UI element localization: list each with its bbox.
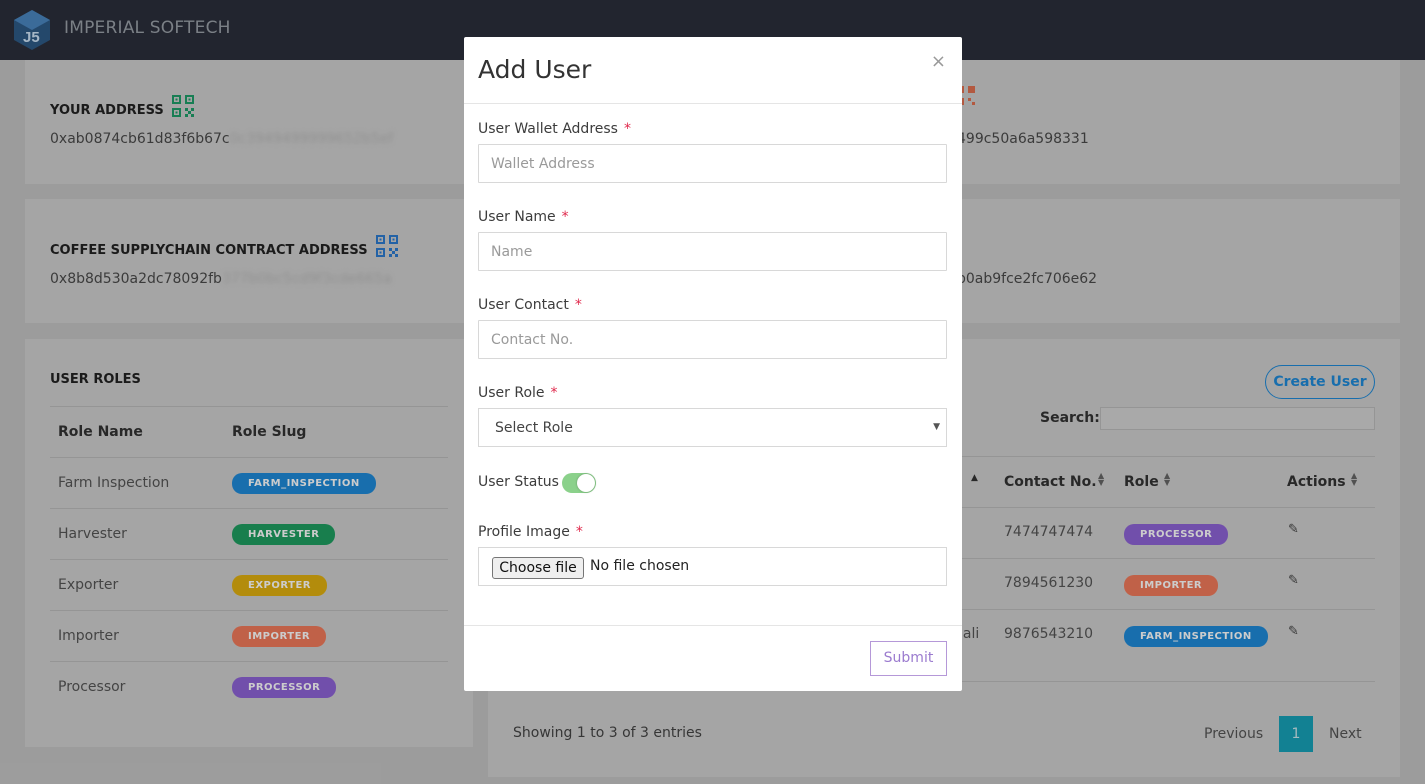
submit-button[interactable]: Submit: [870, 641, 947, 676]
add-user-modal: Add User × User Wallet Address* User Nam…: [464, 37, 962, 691]
user-role-label: User Role *: [478, 385, 558, 401]
user-status-toggle[interactable]: [562, 473, 596, 493]
user-contact-label: User Contact *: [478, 297, 582, 313]
modal-footer: Submit: [464, 625, 962, 691]
user-name-input[interactable]: [478, 232, 947, 271]
profile-image-label: Profile Image *: [478, 524, 583, 540]
user-role-select[interactable]: Select Role ▼: [478, 408, 947, 447]
user-contact-input[interactable]: [478, 320, 947, 359]
choose-file-button[interactable]: Choose file: [492, 557, 584, 579]
chevron-down-icon: ▼: [933, 422, 940, 432]
modal-title: Add User: [478, 55, 592, 84]
wallet-address-label: User Wallet Address *: [478, 121, 631, 137]
profile-image-input: Choose file No file chosen: [478, 547, 947, 586]
toggle-knob: [577, 474, 595, 492]
wallet-address-input[interactable]: [478, 144, 947, 183]
no-file-chosen-text: No file chosen: [590, 558, 690, 574]
modal-header: Add User ×: [464, 37, 962, 104]
user-status-label: User Status: [478, 474, 559, 490]
selected-role: Select Role: [495, 419, 573, 436]
user-name-label: User Name *: [478, 209, 569, 225]
close-icon[interactable]: ×: [931, 51, 946, 72]
